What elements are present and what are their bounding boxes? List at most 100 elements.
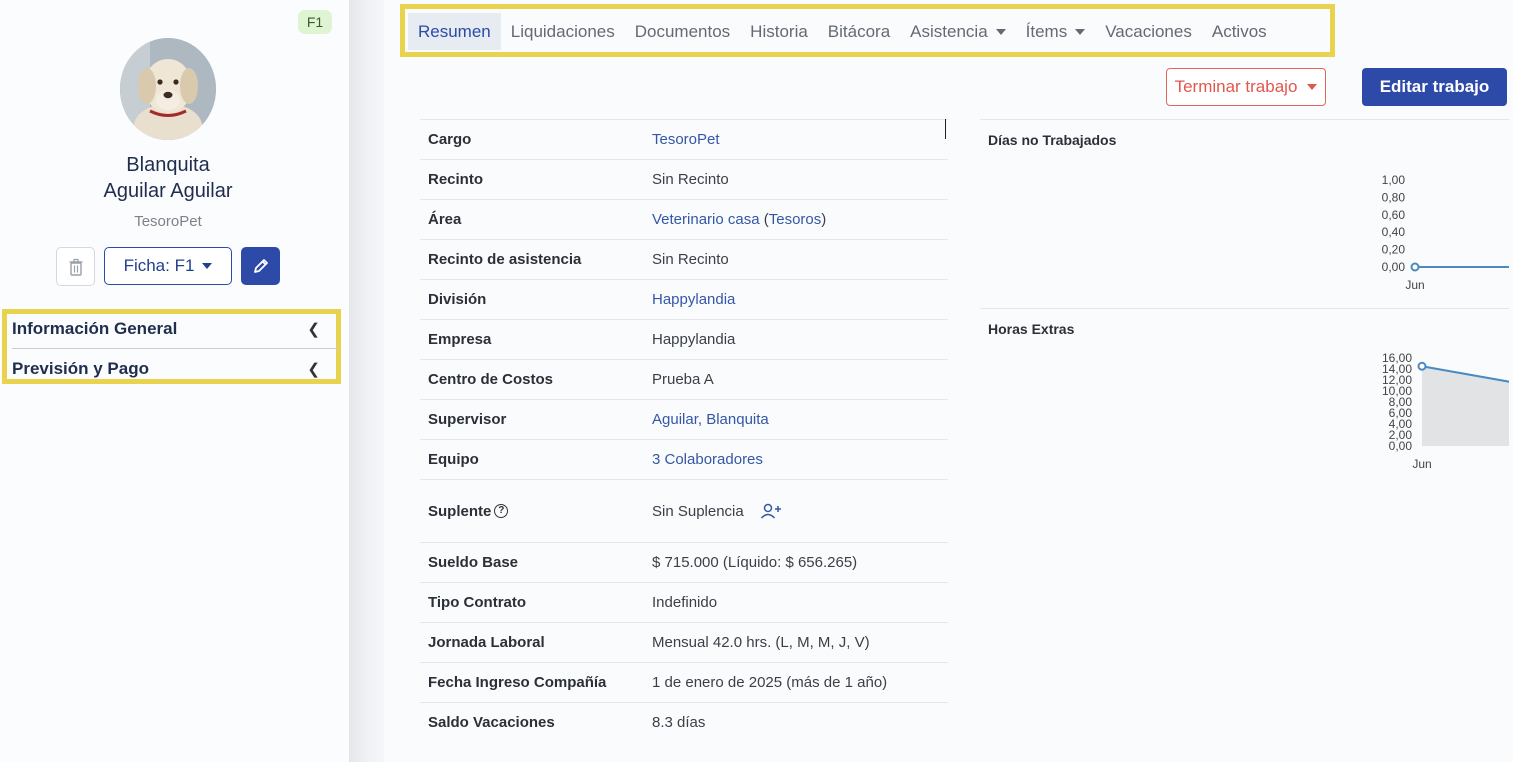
- tab-label: Documentos: [634, 21, 731, 41]
- detail-row-sueldo-base: Sueldo Base $ 715.000 (Líquido: $ 656.26…: [420, 542, 948, 582]
- detail-value: Indefinido: [652, 594, 718, 611]
- tab-liquidaciones[interactable]: Liquidaciones: [501, 13, 625, 50]
- detail-row-empresa: Empresa Happylandia: [420, 319, 948, 359]
- detail-row-saldo-vacaciones: Saldo Vacaciones 8.3 días: [420, 702, 948, 742]
- detail-value: Prueba A: [652, 371, 714, 388]
- y-tick-label: 0,00: [1382, 260, 1406, 274]
- division-link[interactable]: Happylandia: [652, 291, 735, 308]
- help-icon[interactable]: ?: [494, 504, 509, 518]
- divider: [12, 348, 339, 349]
- detail-label: Saldo Vacaciones: [428, 714, 555, 731]
- detail-label: Supervisor: [428, 411, 507, 428]
- chevron-down-icon: [202, 263, 213, 269]
- horas-chart-svg: 0,002,004,006,008,0010,0012,0014,0016,00…: [1382, 353, 1509, 471]
- chart-dias-no-trabajados: Días no Trabajados 0,00 0,20 0,40 0,60 0,80 1…: [980, 119, 1509, 308]
- detail-label: Empresa: [428, 331, 492, 348]
- text-cursor: [945, 119, 946, 139]
- y-tick-label: 0,60: [1382, 208, 1406, 222]
- area-link[interactable]: Veterinario casa: [652, 211, 760, 228]
- terminar-label: Terminar trabajo: [1174, 77, 1298, 96]
- ficha-button-label: Ficha: F1: [123, 256, 195, 275]
- chevron-left-icon: ❮: [307, 361, 320, 378]
- profile-accordion: Información General ❮ Previsión y Pago ❮: [2, 309, 341, 384]
- detail-label: Tipo Contrato: [428, 594, 527, 611]
- detail-row-fecha-ingreso: Fecha Ingreso Compañía 1 de enero de 202…: [420, 662, 948, 702]
- data-point: [1417, 361, 1427, 371]
- tab-documentos[interactable]: Documentos: [625, 13, 740, 50]
- area-parent-link[interactable]: Tesoros: [769, 211, 822, 228]
- add-user-icon[interactable]: [760, 502, 782, 520]
- tab-label: Bitácora: [827, 21, 891, 41]
- editar-trabajo-button[interactable]: Editar trabajo: [1362, 68, 1507, 106]
- chevron-left-icon: ❮: [307, 321, 320, 338]
- job-details-table: Cargo TesoroPet Recinto Sin Recinto Área…: [420, 119, 948, 742]
- accordion-label: Información General: [12, 319, 178, 338]
- tab-resumen[interactable]: Resumen: [408, 13, 501, 50]
- tab-items[interactable]: Ítems: [1016, 13, 1096, 50]
- tab-activos[interactable]: Activos: [1202, 13, 1277, 50]
- delete-button[interactable]: [56, 247, 95, 286]
- detail-row-division: División Happylandia: [420, 279, 948, 319]
- employee-company: TesoroPet: [134, 213, 202, 230]
- tab-label: Asistencia: [910, 21, 988, 41]
- employee-first-name: Blanquita: [126, 154, 210, 176]
- dog-photo: [120, 38, 216, 140]
- data-point: [1410, 262, 1420, 272]
- chevron-down-icon: [1075, 28, 1086, 35]
- employee-name: Blanquita Aguilar Aguilar: [0, 152, 336, 204]
- detail-row-suplente: Suplente ? Sin Suplencia: [420, 479, 948, 542]
- detail-value: Sin Suplencia: [652, 502, 782, 520]
- detail-value: Sin Recinto: [652, 251, 729, 268]
- avatar[interactable]: [120, 38, 216, 140]
- detail-label: Área: [428, 211, 462, 228]
- x-tick-label: Jun: [1405, 278, 1424, 292]
- detail-label: Fecha Ingreso Compañía: [428, 674, 607, 691]
- tab-bitacora[interactable]: Bitácora: [818, 13, 900, 50]
- tab-vacaciones[interactable]: Vacaciones: [1095, 13, 1202, 50]
- detail-value: 8.3 días: [652, 714, 706, 731]
- tab-label: Activos: [1211, 21, 1267, 41]
- detail-row-centro-costos: Centro de Costos Prueba A: [420, 359, 948, 399]
- tab-label: Historia: [750, 21, 808, 41]
- cargo-link[interactable]: TesoroPet: [652, 131, 720, 148]
- detail-row-recinto-asistencia: Recinto de asistencia Sin Recinto: [420, 239, 948, 279]
- employee-last-name: Aguilar Aguilar: [103, 180, 233, 202]
- ficha-chip: F1: [298, 10, 332, 34]
- detail-label: Equipo: [428, 451, 479, 468]
- detail-row-area: Área Veterinario casa (Tesoros): [420, 199, 948, 239]
- tab-label: Liquidaciones: [510, 21, 615, 41]
- detail-row-equipo: Equipo 3 Colaboradores: [420, 439, 948, 479]
- charts-column: Días no Trabajados 0,00 0,20 0,40 0,60 0,80 1…: [980, 119, 1509, 488]
- detail-row-jornada: Jornada Laboral Mensual 42.0 hrs. (L, M,…: [420, 622, 948, 662]
- edit-profile-button[interactable]: [241, 247, 280, 285]
- detail-label: División: [428, 291, 487, 308]
- chevron-down-icon: [995, 28, 1006, 35]
- detail-label: Recinto de asistencia: [428, 251, 582, 268]
- tab-historia[interactable]: Historia: [740, 13, 818, 50]
- detail-value: 1 de enero de 2025 (más de 1 año): [652, 674, 888, 691]
- tab-asistencia[interactable]: Asistencia: [900, 13, 1015, 50]
- detail-row-cargo: Cargo TesoroPet: [420, 119, 948, 159]
- pencil-icon: [253, 259, 268, 273]
- y-tick-label: 0,80: [1382, 190, 1406, 204]
- suplente-value: Sin Suplencia: [652, 502, 744, 520]
- detail-value: $ 715.000 (Líquido: $ 656.265): [652, 554, 858, 571]
- detail-label: Centro de Costos: [428, 371, 554, 388]
- equipo-link[interactable]: 3 Colaboradores: [652, 451, 763, 468]
- panel-shadow: [350, 0, 384, 762]
- accordion-label: Previsión y Pago: [12, 359, 149, 378]
- profile-panel: F1 Blanquita Aguilar Aguilar TesoroPet F…: [0, 0, 350, 762]
- detail-label: Recinto: [428, 171, 484, 188]
- y-tick-label: 1,00: [1382, 173, 1406, 187]
- terminar-trabajo-button[interactable]: Terminar trabajo: [1166, 68, 1326, 106]
- accordion-informacion-general[interactable]: Información General ❮: [12, 314, 322, 344]
- supervisor-link[interactable]: Aguilar, Blanquita: [652, 411, 769, 428]
- main-content: Resumen Liquidaciones Documentos Histori…: [384, 0, 1513, 762]
- detail-value: Mensual 42.0 hrs. (L, M, M, J, V): [652, 634, 870, 651]
- detail-value: Sin Recinto: [652, 171, 729, 188]
- accordion-prevision-pago[interactable]: Previsión y Pago ❮: [12, 354, 322, 384]
- detail-label: Sueldo Base: [428, 554, 519, 571]
- chart-title: Días no Trabajados: [988, 132, 1117, 148]
- chevron-down-icon: [1307, 84, 1318, 90]
- ficha-dropdown-button[interactable]: Ficha: F1: [104, 247, 232, 285]
